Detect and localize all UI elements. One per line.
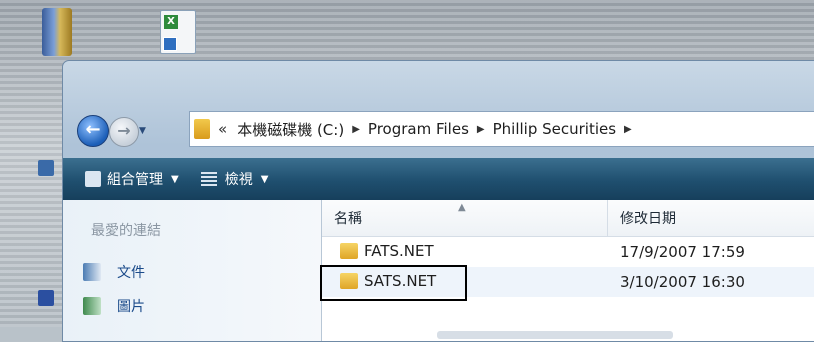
- pictures-icon: [83, 297, 101, 315]
- breadcrumb-overflow[interactable]: «: [218, 120, 227, 138]
- chevron-down-icon: ▼: [260, 173, 269, 185]
- recent-pages-dropdown-icon[interactable]: ▼: [139, 126, 149, 136]
- nav-link-pictures[interactable]: 圖片: [83, 296, 145, 316]
- desktop-icon[interactable]: [38, 290, 54, 306]
- breadcrumb-separator-icon[interactable]: ▶: [352, 124, 360, 135]
- excel-shortcut-icon[interactable]: X: [160, 10, 196, 54]
- file-list: 名稱 ▲ 修改日期 FATS.NET 17/9/2007 17:59 SATS.…: [320, 200, 814, 341]
- breadcrumb-item-phillip-securities[interactable]: Phillip Securities: [493, 120, 616, 138]
- desktop-left-edge: [0, 100, 60, 327]
- list-item[interactable]: FATS.NET 17/9/2007 17:59: [322, 237, 814, 267]
- address-bar[interactable]: « 本機磁碟機 (C:) ▶ Program Files ▶ Phillip S…: [189, 111, 814, 147]
- documents-icon: [83, 263, 101, 281]
- shortcut-arrow-icon: [163, 37, 177, 51]
- organize-button[interactable]: 組合管理 ▼: [85, 169, 179, 189]
- column-header-label: 名稱: [334, 211, 362, 227]
- back-button[interactable]: ←: [77, 115, 109, 147]
- command-toolbar: 組合管理 ▼ 檢視 ▼: [63, 158, 814, 200]
- navigation-pane: 最愛的連結 文件 圖片: [63, 200, 322, 341]
- desktop-folder-icon[interactable]: [42, 8, 72, 56]
- column-header-label: 修改日期: [620, 211, 676, 227]
- organize-icon: [85, 171, 101, 187]
- views-label: 檢視: [224, 172, 253, 188]
- file-name: FATS.NET: [364, 242, 434, 260]
- chevron-down-icon: ▼: [171, 173, 179, 185]
- organize-label: 組合管理: [107, 172, 163, 188]
- column-header-modified[interactable]: 修改日期: [608, 200, 814, 237]
- forward-button[interactable]: →: [109, 117, 139, 147]
- explorer-window: ← → ▼ « 本機磁碟機 (C:) ▶ Program Files ▶ Phi…: [62, 60, 814, 342]
- horizontal-scrollbar[interactable]: [437, 331, 673, 339]
- breadcrumb-separator-icon[interactable]: ▶: [477, 124, 485, 135]
- excel-logo-icon: X: [164, 15, 178, 29]
- address-row: ← → ▼ « 本機磁碟機 (C:) ▶ Program Files ▶ Phi…: [63, 109, 814, 149]
- annotation-highlight-box: [320, 265, 467, 301]
- folder-icon: [194, 119, 210, 139]
- nav-link-label: 文件: [117, 265, 145, 281]
- file-modified: 3/10/2007 16:30: [620, 273, 745, 291]
- breadcrumb-item-drive[interactable]: 本機磁碟機 (C:): [237, 119, 344, 140]
- views-button[interactable]: 檢視 ▼: [200, 169, 269, 189]
- favorite-links-title: 最愛的連結: [91, 223, 161, 239]
- sort-ascending-icon: ▲: [458, 202, 466, 213]
- breadcrumb-item-program-files[interactable]: Program Files: [368, 120, 469, 138]
- nav-link-label: 圖片: [117, 299, 145, 315]
- folder-icon: [340, 243, 358, 259]
- views-icon: [200, 172, 217, 186]
- desktop-icon[interactable]: [38, 160, 54, 176]
- nav-link-documents[interactable]: 文件: [83, 262, 145, 282]
- breadcrumb-separator-icon[interactable]: ▶: [624, 124, 632, 135]
- file-modified: 17/9/2007 17:59: [620, 243, 745, 261]
- column-header-name[interactable]: 名稱 ▲: [322, 200, 608, 237]
